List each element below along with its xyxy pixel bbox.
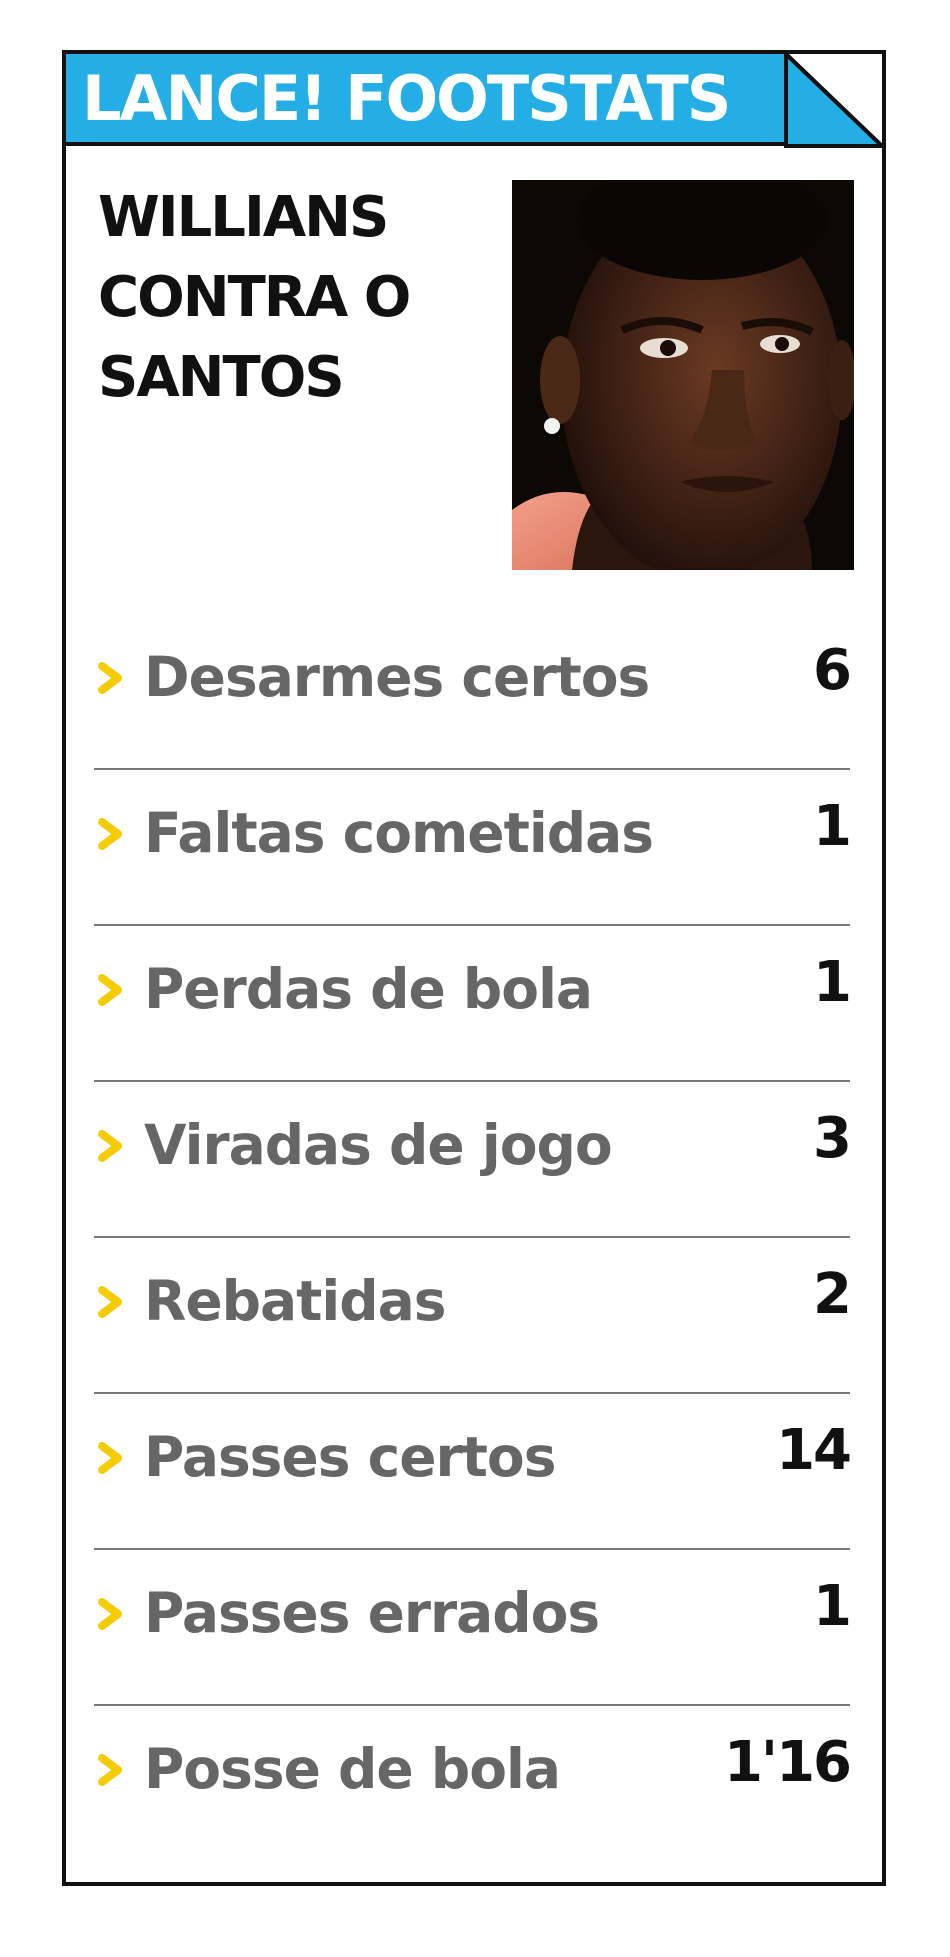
header-title: LANCE! FOOTSTATS <box>82 62 731 135</box>
chevron-right-icon <box>98 974 122 1006</box>
chevron-right-icon <box>98 818 122 850</box>
stat-value: 1 <box>813 950 852 1015</box>
stat-row: Desarmes certos 6 <box>94 614 852 770</box>
stats-list: Desarmes certos 6 Faltas cometidas 1 Per… <box>94 614 852 1862</box>
stat-label: Passes errados <box>144 1581 600 1645</box>
stat-value: 1'16 <box>723 1730 852 1795</box>
headline: WILLIANS CONTRA O SANTOS <box>98 178 428 418</box>
stat-value: 3 <box>813 1106 852 1171</box>
stat-label: Rebatidas <box>144 1269 447 1333</box>
stat-label: Desarmes certos <box>144 645 650 709</box>
stat-value: 1 <box>813 794 852 859</box>
chevron-right-icon <box>98 662 122 694</box>
chevron-right-icon <box>98 1442 122 1474</box>
headline-line-1: WILLIANS <box>98 185 389 250</box>
stat-label: Posse de bola <box>144 1737 561 1801</box>
stat-row: Rebatidas 2 <box>94 1238 852 1394</box>
player-portrait-photo <box>512 180 854 570</box>
chevron-right-icon <box>98 1286 122 1318</box>
footstats-card: LANCE! FOOTSTATS WILLIANS CONTRA O SANTO… <box>62 50 886 1886</box>
chevron-right-icon <box>98 1598 122 1630</box>
stat-value: 14 <box>776 1418 852 1483</box>
header-banner: LANCE! FOOTSTATS <box>66 54 786 146</box>
chevron-right-icon <box>98 1130 122 1162</box>
chevron-right-icon <box>98 1754 122 1786</box>
stat-value: 1 <box>813 1574 852 1639</box>
stat-row: Viradas de jogo 3 <box>94 1082 852 1238</box>
headline-line-3: SANTOS <box>98 345 345 410</box>
stat-label: Viradas de jogo <box>144 1113 613 1177</box>
stat-row: Perdas de bola 1 <box>94 926 852 1082</box>
stat-value: 2 <box>813 1262 852 1327</box>
stat-row: Posse de bola 1'16 <box>94 1706 852 1862</box>
stat-label: Perdas de bola <box>144 957 593 1021</box>
stat-label: Passes certos <box>144 1425 556 1489</box>
stat-row: Faltas cometidas 1 <box>94 770 852 926</box>
stat-value: 6 <box>813 638 852 703</box>
headline-line-2: CONTRA O <box>98 265 411 330</box>
stat-row: Passes errados 1 <box>94 1550 852 1706</box>
stat-row: Passes certos 14 <box>94 1394 852 1550</box>
stat-label: Faltas cometidas <box>144 801 654 865</box>
folded-corner-icon <box>784 50 886 148</box>
